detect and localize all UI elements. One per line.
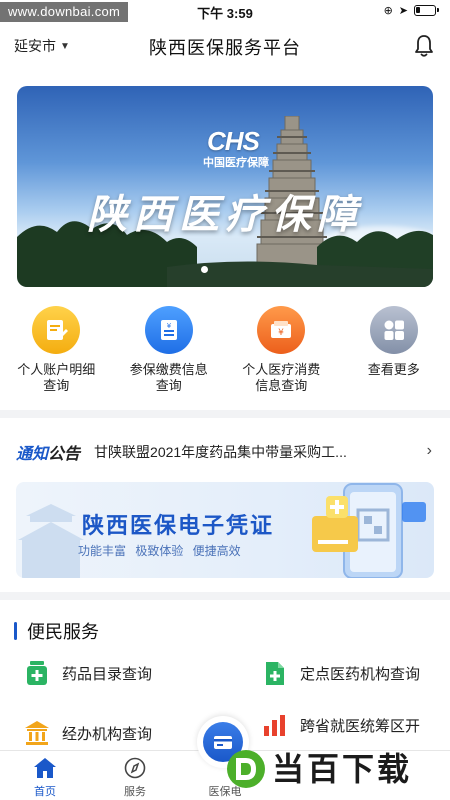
chs-logo-subtitle: 中国医疗保障 bbox=[203, 157, 269, 169]
quick-item-label: 参保缴费信息查询 bbox=[129, 362, 208, 393]
ecard-banner[interactable]: 陕西医保电子凭证 功能丰富 极致体验 便捷高效 bbox=[16, 482, 434, 578]
quick-item-label: 个人医疗消费信息查询 bbox=[242, 362, 321, 393]
phone-qr-illustration bbox=[312, 483, 426, 578]
section-title: 便民服务 bbox=[27, 622, 99, 642]
status-icons: ⊕ ➤ bbox=[383, 4, 439, 17]
notice-tag: 通知公告 bbox=[16, 440, 80, 464]
app-header: 延安市 ▼ 陕西医保服务平台 bbox=[0, 22, 450, 70]
notice-tag-dark: 公告 bbox=[48, 446, 81, 463]
chevron-right-icon: › bbox=[426, 442, 432, 459]
quick-item-account-detail[interactable]: 个人账户明细查询 bbox=[0, 306, 113, 402]
ledger-icon bbox=[32, 306, 81, 354]
service-agency-query[interactable]: 经办机构查询 bbox=[24, 720, 152, 746]
section-divider bbox=[0, 592, 450, 600]
tab-label: 首页 bbox=[34, 786, 56, 798]
notice-text: 甘陕联盟2021年度药品集中带量采购工... bbox=[94, 444, 347, 460]
svg-text:¥: ¥ bbox=[167, 322, 172, 330]
section-header: 便民服务 bbox=[14, 618, 99, 644]
quick-item-insurance-payment[interactable]: ¥ 参保缴费信息查询 bbox=[113, 306, 226, 402]
location-icon: ➤ bbox=[398, 5, 408, 17]
carousel-indicator[interactable] bbox=[201, 266, 208, 273]
watermark-text: 当百下载 bbox=[272, 751, 413, 787]
tab-home[interactable]: 首页 bbox=[0, 751, 90, 800]
battery-icon bbox=[414, 5, 439, 16]
notice-tag-blue: 通知 bbox=[16, 446, 49, 463]
notice-bar[interactable]: 通知公告 甘陕联盟2021年度药品集中带量采购工... › bbox=[0, 434, 450, 470]
section-divider bbox=[0, 410, 450, 418]
section-accent-bar bbox=[14, 622, 17, 640]
medical-doc-icon bbox=[266, 662, 284, 685]
quick-item-label: 个人账户明细查询 bbox=[17, 362, 96, 393]
banner-title: 陕西医疗保障 bbox=[87, 191, 363, 238]
ecard-title: 陕西医保电子凭证 bbox=[82, 513, 275, 538]
quick-item-medical-consumption[interactable]: ¥ 个人医疗消费信息查询 bbox=[225, 306, 338, 402]
service-label: 跨省就医统筹区开 bbox=[300, 717, 421, 735]
chs-logo: CHS bbox=[207, 126, 260, 156]
document-icon: ¥ bbox=[144, 306, 193, 354]
compass-icon bbox=[124, 757, 146, 779]
tab-label: 服务 bbox=[124, 786, 146, 798]
grid-icon bbox=[369, 306, 418, 354]
status-bar: www.downbai.com 下午 3:59 ⊕ ➤ bbox=[0, 0, 450, 22]
ecard-subtitle: 功能丰富 极致体验 便捷高效 bbox=[78, 544, 241, 558]
page-title: 陕西医保服务平台 bbox=[149, 38, 301, 58]
quick-item-label: 查看更多 bbox=[367, 362, 420, 377]
hero-banner[interactable]: CHS 中国医疗保障 陕西医疗保障 bbox=[17, 86, 433, 287]
status-time: 下午 3:59 bbox=[197, 6, 253, 21]
institution-icon bbox=[25, 721, 49, 745]
bell-icon[interactable] bbox=[414, 34, 434, 58]
bar-chart-icon bbox=[264, 715, 285, 736]
svg-text:¥: ¥ bbox=[278, 328, 284, 338]
home-icon bbox=[34, 758, 56, 778]
service-label: 定点医药机构查询 bbox=[300, 665, 421, 683]
skyline-icon bbox=[18, 504, 84, 578]
service-cross-province[interactable]: 跨省就医统筹区开 bbox=[262, 712, 420, 738]
quick-item-more[interactable]: 查看更多 bbox=[338, 306, 450, 402]
service-designated-institutions[interactable]: 定点医药机构查询 bbox=[262, 660, 420, 686]
service-label: 药品目录查询 bbox=[62, 665, 153, 683]
quick-services: 个人账户明细查询 ¥ 参保缴费信息查询 ¥ 个人医疗消费信息查询 查看更多 bbox=[0, 306, 450, 402]
wallet-icon: ¥ bbox=[257, 306, 306, 354]
medicine-bottle-icon bbox=[27, 661, 47, 685]
tab-service[interactable]: 服务 bbox=[90, 751, 180, 800]
service-label: 经办机构查询 bbox=[62, 725, 153, 743]
lock-rotation-icon: ⊕ bbox=[383, 5, 393, 17]
service-medicine-catalog[interactable]: 药品目录查询 bbox=[24, 660, 152, 686]
